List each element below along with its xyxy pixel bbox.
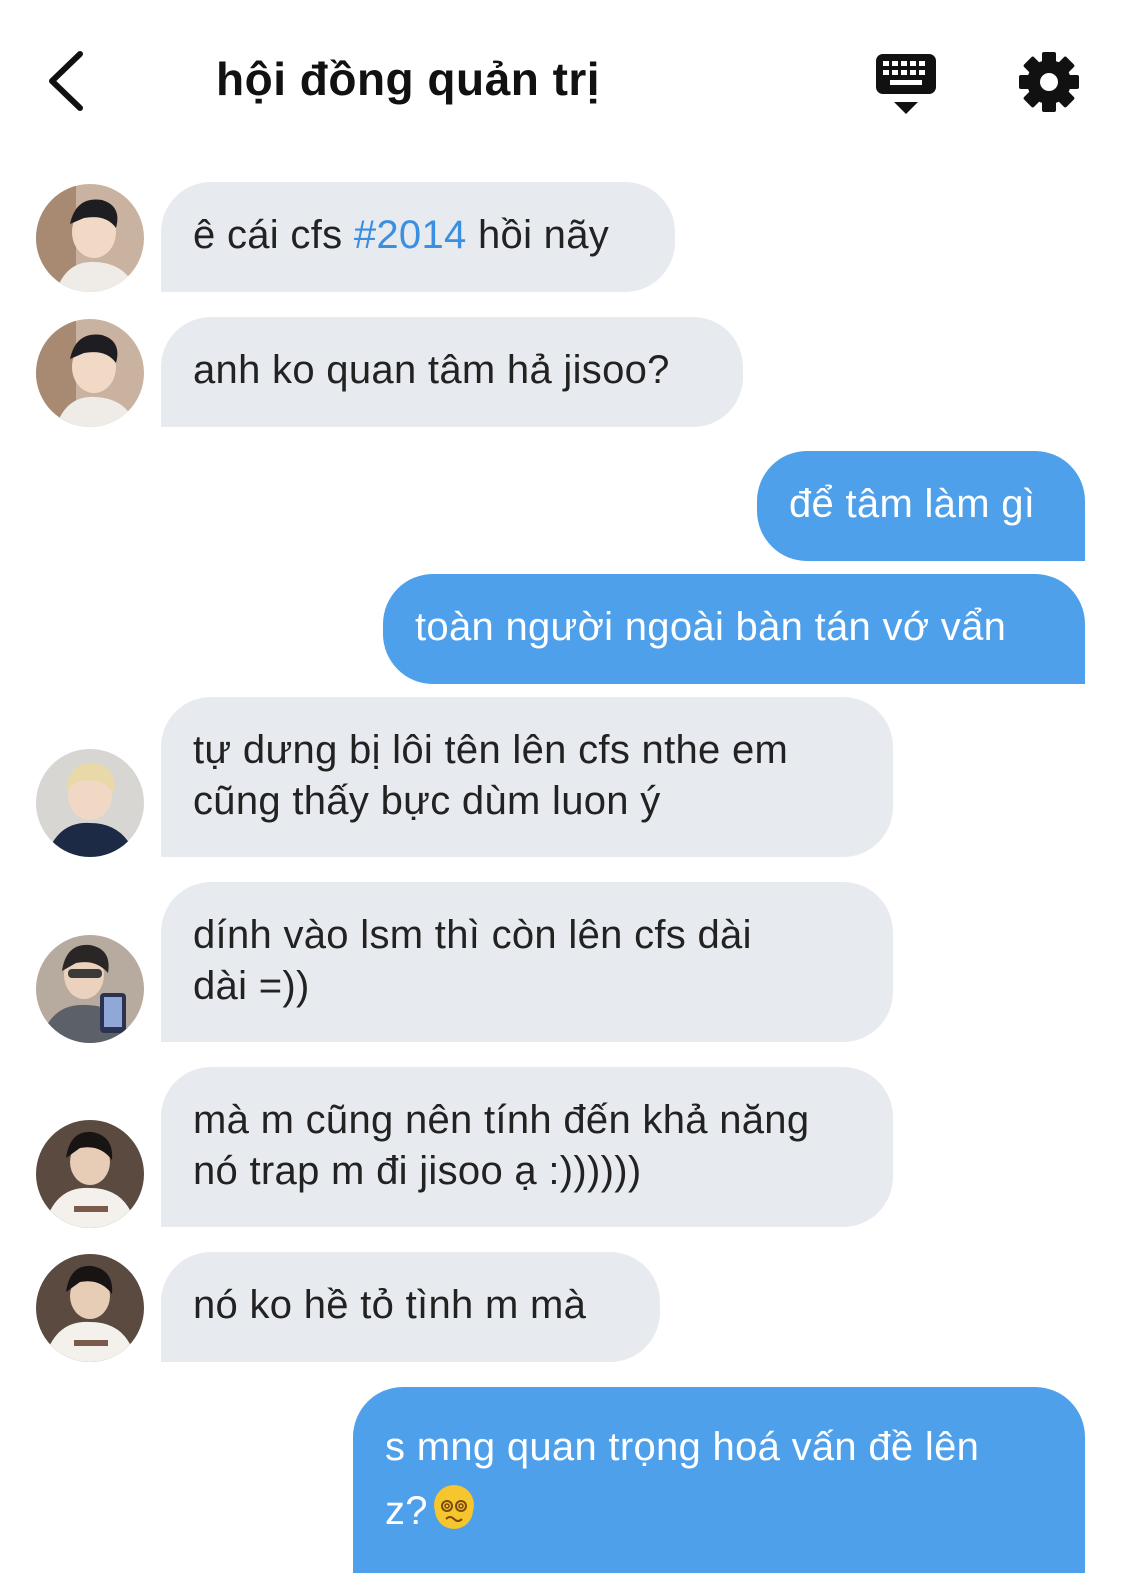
avatar-photo [36,1254,144,1362]
avatar-member-1[interactable] [36,184,144,292]
back-button[interactable] [40,48,96,114]
message-line: s mng quan trọng hoá vấn đề lên [385,1425,980,1469]
avatar-member-4[interactable] [36,1254,144,1362]
avatar-photo [36,1120,144,1228]
dizzy-face-emoji-icon [433,1485,474,1529]
message-text: toàn người ngoài bàn tán vớ vẩn [415,605,1007,649]
message-bubble-outgoing[interactable]: để tâm làm gì [757,451,1085,561]
message-text: nó ko hề tỏ tình m mà [193,1283,587,1327]
message-line: tự dưng bị lôi tên lên cfs nthe em [193,728,789,772]
message-line: dài =)) [193,964,310,1008]
hashtag-link[interactable]: #2014 [354,213,467,257]
avatar-member-3[interactable] [36,935,144,1043]
message-bubble[interactable]: tự dưng bị lôi tên lên cfs nthe em cũng … [161,697,893,857]
message-line: z? [385,1479,1053,1543]
avatar-photo [36,184,144,292]
avatar-member-4[interactable] [36,1120,144,1228]
message-bubble-outgoing[interactable]: s mng quan trọng hoá vấn đề lên z? [353,1387,1085,1573]
message-text: để tâm làm gì [789,482,1036,526]
message-line: dính vào lsm thì còn lên cfs dài [193,913,752,957]
avatar-member-1[interactable] [36,319,144,427]
message-line: nó trap m đi jisoo ạ :)))))) [193,1149,642,1193]
avatar-photo [36,749,144,857]
chat-header: hội đồng quản trị [0,0,1125,165]
keyboard-toggle-button[interactable] [872,52,940,116]
message-line: mà m cũng nên tính đến khả năng [193,1098,810,1142]
message-bubble[interactable]: dính vào lsm thì còn lên cfs dài dài =)) [161,882,893,1042]
message-bubble[interactable]: anh ko quan tâm hả jisoo? [161,317,743,427]
message-text: anh ko quan tâm hả jisoo? [193,348,670,392]
message-bubble[interactable]: mà m cũng nên tính đến khả năng nó trap … [161,1067,893,1227]
message-bubble-outgoing[interactable]: toàn người ngoài bàn tán vớ vẩn [383,574,1085,684]
avatar-member-2[interactable] [36,749,144,857]
settings-button[interactable] [1017,50,1081,114]
keyboard-icon [876,54,936,114]
message-bubble[interactable]: nó ko hề tỏ tình m mà [161,1252,660,1362]
chevron-left-icon [49,51,83,111]
gear-icon [1019,52,1079,112]
avatar-photo [36,935,144,1043]
message-text: ê cái cfs #2014 hồi nãy [193,213,610,257]
chat-title: hội đồng quản trị [216,53,601,105]
message-bubble[interactable]: ê cái cfs #2014 hồi nãy [161,182,675,292]
avatar-photo [36,319,144,427]
message-line: cũng thấy bực dùm luon ý [193,779,661,823]
